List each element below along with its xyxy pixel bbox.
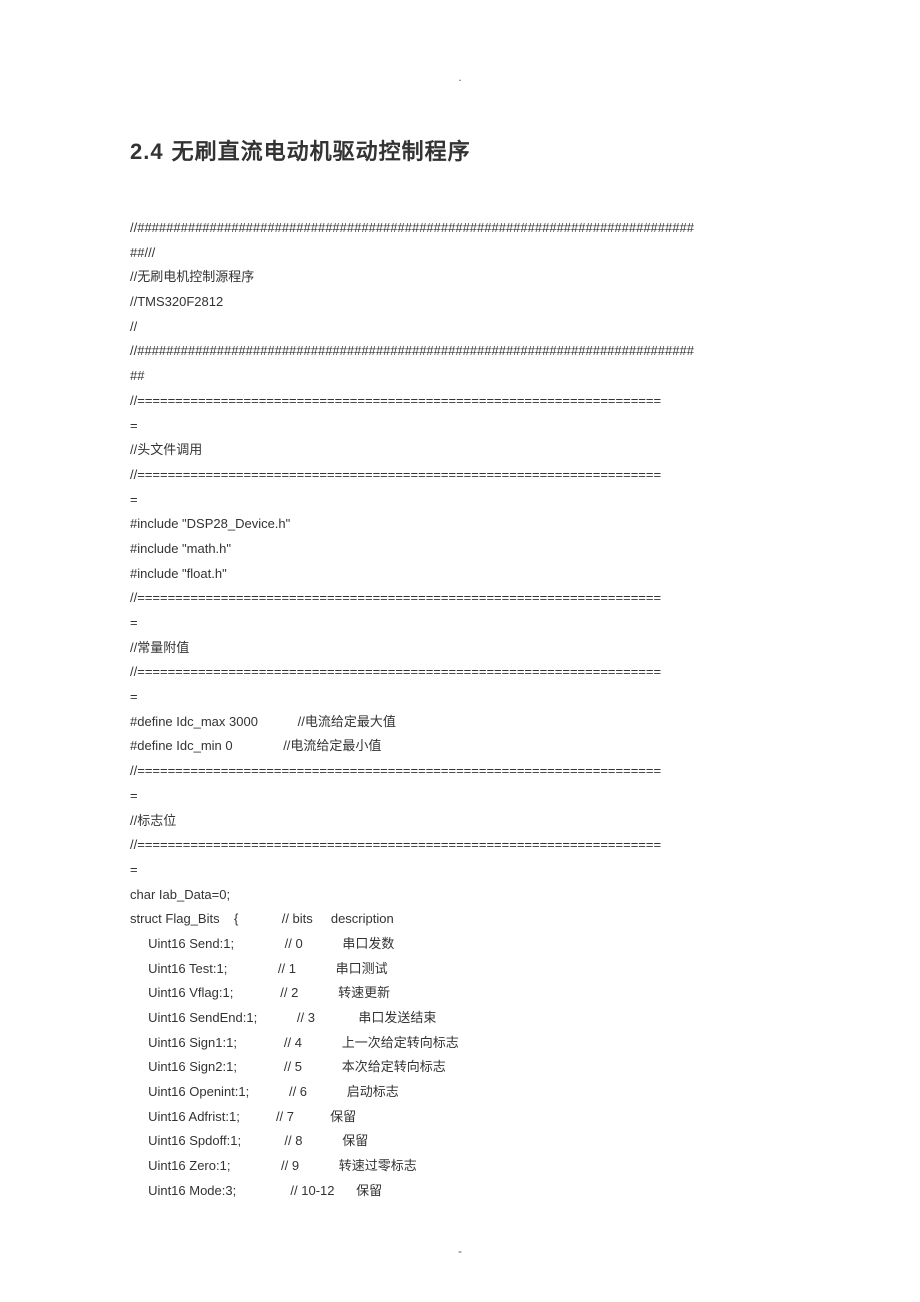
section-number: 2.4 [130, 139, 164, 164]
document-page: . 2.4 无刷直流电动机驱动控制程序 //###################… [0, 0, 920, 1298]
page-header-dot: . [130, 70, 790, 84]
section-heading: 2.4 无刷直流电动机驱动控制程序 [130, 134, 790, 166]
section-title: 无刷直流电动机驱动控制程序 [172, 139, 471, 164]
page-footer-dash: - [130, 1244, 790, 1258]
code-block: //######################################… [130, 216, 790, 1204]
